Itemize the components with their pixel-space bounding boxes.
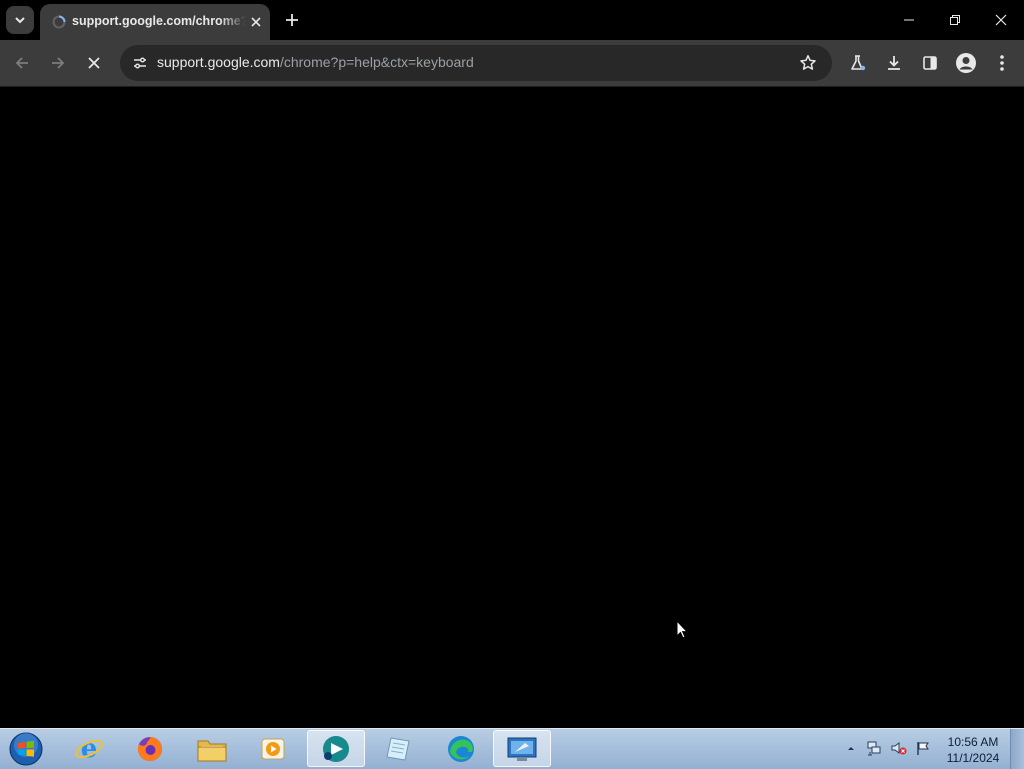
browser-toolbar: support.google.com/chrome?p=help&ctx=key… [0,40,1024,87]
bookmark-star-icon [800,55,816,70]
downloads-button[interactable] [880,49,908,77]
close-icon [251,17,261,27]
taskbar-app-notepad[interactable] [369,730,427,767]
tray-volume[interactable] [890,739,908,757]
forward-icon [52,57,65,69]
bookmark-button[interactable] [794,49,822,77]
back-button[interactable] [8,49,36,77]
url-host: support.google.com [157,54,280,70]
taskbar-app-remote-desktop[interactable] [493,730,551,767]
taskbar-app-internet-explorer[interactable]: e [60,730,118,767]
stop-loading-icon [88,57,100,69]
tab-search-button[interactable] [6,6,34,34]
clock-time: 10:56 AM [947,735,999,749]
edge-icon [448,735,474,762]
mouse-cursor-icon [676,620,688,639]
tab-strip: support.google.com/chrome?p=help&ctx=key… [0,0,1024,40]
taskbar-app-active[interactable] [307,730,365,767]
url-text: support.google.com/chrome?p=help&ctx=key… [157,54,474,70]
back-icon [15,57,28,69]
media-player-icon [261,738,285,759]
url-path: /chrome?p=help&ctx=keyboard [279,54,474,70]
app-logo-icon [323,735,349,762]
close-window-button[interactable] [978,0,1024,40]
close-icon [995,14,1007,26]
minimize-icon [904,19,914,21]
network-icon [867,741,881,756]
forward-button[interactable] [44,49,72,77]
folder-icon [197,740,227,761]
chevron-down-icon [15,17,25,24]
restore-button[interactable] [932,0,978,40]
plus-icon [286,14,298,26]
labs-flask-icon [851,55,866,71]
windows-start-orb-icon [9,732,43,766]
tray-action-center[interactable] [914,739,932,757]
site-info-button[interactable] [126,49,154,77]
restore-icon [950,15,960,25]
profile-button[interactable] [952,49,980,77]
tab-title: support.google.com/chrome?p=help&ctx=key… [72,14,246,28]
menu-icon [1000,55,1004,71]
tab-active[interactable]: support.google.com/chrome?p=help&ctx=key… [40,4,270,40]
taskbar: e 10:56 AM 11/1/2024 [0,728,1024,769]
volume-muted-icon [891,742,907,755]
start-button[interactable] [6,731,46,767]
flag-icon [917,742,929,755]
address-bar[interactable]: support.google.com/chrome?p=help&ctx=key… [120,45,832,81]
download-icon [888,56,900,70]
taskbar-app-media-player[interactable] [244,730,302,767]
tray-expand-button[interactable] [842,739,860,757]
new-tab-button[interactable] [280,8,304,32]
clock-date: 11/1/2024 [946,751,1000,765]
profile-avatar-icon [956,53,976,73]
firefox-icon [137,736,162,761]
chevron-up-icon [848,747,854,750]
labs-button[interactable] [844,49,872,77]
site-info-icon [134,57,146,69]
internet-explorer-icon: e [75,734,103,764]
svg-text:e: e [81,734,98,764]
taskbar-app-firefox[interactable] [121,730,179,767]
side-panel-button[interactable] [916,49,944,77]
taskbar-app-file-explorer[interactable] [183,730,241,767]
clock[interactable]: 10:56 AM 11/1/2024 [938,734,1008,766]
stop-loading-button[interactable] [80,49,108,77]
minimize-button[interactable] [886,0,932,40]
menu-button[interactable] [988,49,1016,77]
notepad-icon [386,736,410,761]
loading-favicon-icon [52,15,66,29]
taskbar-app-edge[interactable] [432,730,490,767]
show-desktop-button[interactable] [1010,729,1024,769]
remote-desktop-icon [507,737,537,761]
tab-close-button[interactable] [246,12,266,32]
page-content[interactable] [0,87,1024,728]
side-panel-icon [923,56,937,70]
tray-network[interactable] [865,739,883,757]
